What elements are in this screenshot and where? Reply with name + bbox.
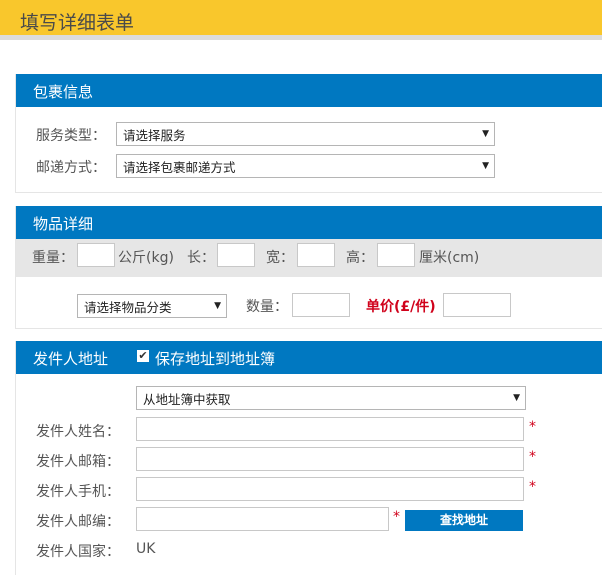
width-input[interactable] [297, 243, 335, 267]
sender-country-label: 发件人国家： [36, 544, 120, 560]
required-mark: * [529, 479, 536, 495]
unit-price-input[interactable] [443, 293, 511, 317]
quantity-input[interactable] [292, 293, 350, 317]
find-address-button[interactable]: 查找地址 [405, 510, 523, 531]
service-type-label: 服务类型： [36, 128, 106, 144]
required-mark: * [529, 449, 536, 465]
height-input[interactable] [377, 243, 415, 267]
sender-address-title: 发件人地址 [33, 350, 109, 368]
sender-email-input[interactable] [136, 447, 524, 471]
item-details-title: 物品详细 [33, 215, 94, 233]
sender-email-label: 发件人邮箱： [36, 454, 120, 470]
required-mark: * [393, 509, 400, 525]
height-label: 高： [346, 250, 374, 266]
weight-unit: 公斤(kg) [118, 250, 174, 266]
service-type-select[interactable]: 请选择服务 ▼ [116, 122, 495, 146]
delivery-method-value: 请选择包裹邮递方式 [123, 159, 236, 175]
sender-address-panel: 发件人地址 ✔ 保存地址到地址簿 从地址簿中获取 ▼ 发件人姓名： * 发件人邮… [15, 341, 602, 575]
item-category-select[interactable]: 请选择物品分类 ▼ [77, 294, 227, 318]
sender-country-value: UK [136, 541, 156, 557]
sender-postcode-input[interactable] [136, 507, 389, 531]
weight-label: 重量： [32, 250, 74, 266]
sender-name-label: 发件人姓名： [36, 424, 120, 440]
length-input[interactable] [217, 243, 255, 267]
page-header: 填写详细表单 [0, 0, 602, 40]
sender-postcode-label: 发件人邮编： [36, 514, 120, 530]
page-title: 填写详细表单 [20, 12, 135, 34]
dimension-unit: 厘米(cm) [419, 250, 480, 266]
delivery-method-label: 邮递方式： [36, 160, 106, 176]
package-info-header: 包裹信息 [16, 74, 602, 107]
sender-phone-label: 发件人手机： [36, 484, 120, 500]
item-details-panel: 物品详细 重量： 公斤(kg) 长： 宽： 高： 厘米(cm) 请选择物品分类 … [15, 206, 602, 329]
delivery-method-select[interactable]: 请选择包裹邮递方式 ▼ [116, 154, 495, 178]
chevron-down-icon: ▼ [482, 129, 489, 139]
save-address-checkbox[interactable]: ✔ [137, 350, 149, 362]
package-info-panel: 包裹信息 服务类型： 请选择服务 ▼ 邮递方式： 请选择包裹邮递方式 ▼ [15, 74, 602, 193]
chevron-down-icon: ▼ [214, 301, 221, 311]
package-info-title: 包裹信息 [33, 83, 94, 101]
address-book-select[interactable]: 从地址簿中获取 ▼ [136, 386, 526, 410]
address-book-value: 从地址簿中获取 [143, 391, 231, 407]
chevron-down-icon: ▼ [482, 161, 489, 171]
length-label: 长： [187, 250, 215, 266]
required-mark: * [529, 419, 536, 435]
unit-price-label: 单价(£/件) [366, 299, 436, 315]
weight-input[interactable] [77, 243, 115, 267]
item-category-value: 请选择物品分类 [84, 299, 172, 315]
quantity-label: 数量： [246, 299, 288, 315]
chevron-down-icon: ▼ [513, 393, 520, 403]
item-details-header: 物品详细 [16, 206, 602, 239]
sender-phone-input[interactable] [136, 477, 524, 501]
width-label: 宽： [266, 250, 294, 266]
save-address-label[interactable]: 保存地址到地址簿 [155, 348, 275, 369]
checkmark-icon: ✔ [138, 349, 148, 362]
sender-name-input[interactable] [136, 417, 524, 441]
sender-address-header: 发件人地址 ✔ 保存地址到地址簿 [16, 341, 602, 374]
service-type-value: 请选择服务 [123, 127, 186, 143]
